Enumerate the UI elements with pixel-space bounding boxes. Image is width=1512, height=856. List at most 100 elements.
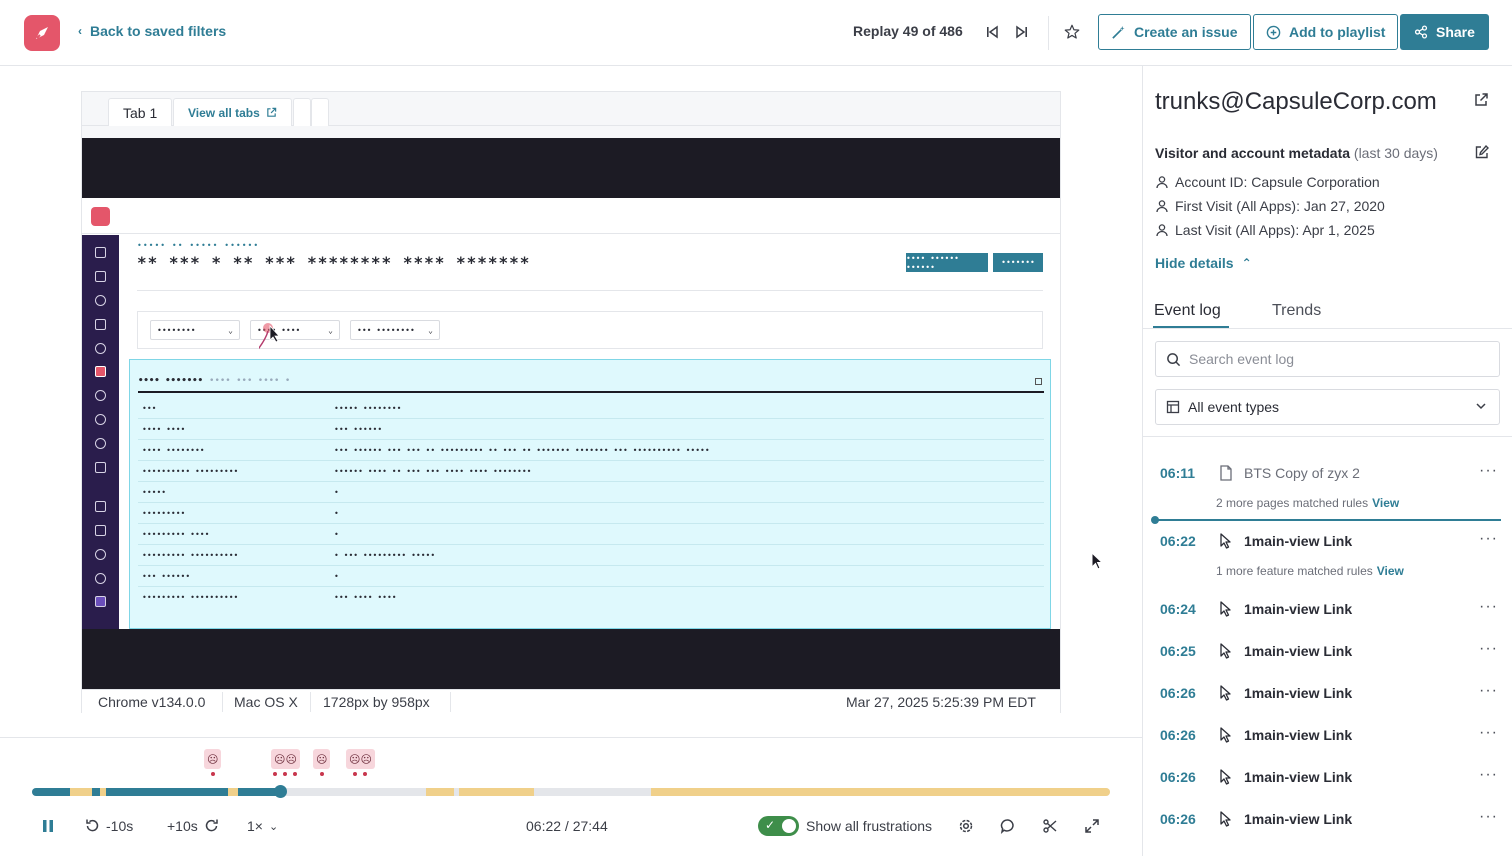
timeline-scrubber-handle[interactable] [274,785,287,798]
event-time[interactable]: 06:22 [1160,533,1196,549]
chevron-left-icon: ‹ [78,24,82,38]
frustration-marker[interactable]: ☹☹ [346,749,375,777]
masked-row: ••••••••• •••• • [138,524,1044,545]
skip-previous-icon [987,25,998,39]
app-logo[interactable] [24,15,60,51]
playhead-line [1153,519,1501,521]
top-header: ‹ Back to saved filters Replay 49 of 486… [0,0,1512,66]
event-row[interactable]: 06:26 1main-view Link ··· [1143,680,1512,708]
event-row[interactable]: 06:26 1main-view Link ··· [1143,722,1512,750]
sidebar-chart-icon [95,319,106,330]
session-datetime: Mar 27, 2025 5:25:39 PM EDT [846,694,1036,710]
more-options-icon[interactable]: ··· [1479,598,1498,616]
search-input[interactable] [1189,351,1479,367]
more-options-icon[interactable]: ··· [1479,462,1498,480]
event-search[interactable] [1155,341,1500,377]
event-time[interactable]: 06:26 [1160,685,1196,701]
next-replay-button[interactable] [1010,20,1034,44]
clip-button[interactable] [1042,816,1058,836]
replay-viewport[interactable]: ••••• •• ••••• •••••• ** *** * ** *** **… [82,138,1060,689]
masked-filter-select: •••••••• ⌄ [150,320,240,340]
recorded-app: ••••• •• ••••• •••••• ** *** * ** *** **… [82,198,1060,629]
chevron-up-icon: ⌃ [1241,256,1252,270]
view-link[interactable]: View [1377,564,1404,578]
timeline-track[interactable] [32,788,1110,796]
show-frustrations-toggle[interactable]: ✓ [758,816,799,836]
external-link-icon[interactable] [1473,92,1489,108]
event-row[interactable]: 06:24 1main-view Link ··· [1143,596,1512,624]
hide-details-link[interactable]: Hide details ⌃ [1155,255,1252,271]
frustration-face-icon: ☹☹ [271,749,300,769]
previous-replay-button[interactable] [980,20,1004,44]
event-row[interactable]: 06:26 1main-view Link ··· [1143,764,1512,792]
event-time[interactable]: 06:26 [1160,811,1196,827]
event-row[interactable]: 06:11 BTS Copy of zyx 2 ··· [1143,460,1512,488]
event-row[interactable]: 06:22 1main-view Link ··· [1143,528,1512,556]
favorite-button[interactable] [1060,20,1084,44]
search-icon [1167,352,1181,366]
event-label: 1main-view Link [1244,601,1353,617]
frustration-marker[interactable]: ☹ [313,749,331,777]
event-time[interactable]: 06:26 [1160,727,1196,743]
timeline-divider [0,737,1142,738]
fullscreen-button[interactable] [1084,816,1100,836]
event-label: 1main-view Link [1244,811,1353,827]
visitor-id[interactable]: trunks@CapsuleCorp.com [1155,88,1437,116]
event-time[interactable]: 06:11 [1160,465,1195,481]
event-time[interactable]: 06:24 [1160,601,1196,617]
recorded-app-logo [91,207,110,226]
browser-tab-bar: Tab 1 View all tabs [82,92,1060,126]
sidebar-rocket-icon [95,501,106,512]
playback-speed-select[interactable]: 1× ⌄ [247,816,278,836]
event-type-select[interactable]: All event types [1155,389,1500,425]
more-options-icon[interactable]: ··· [1479,766,1498,784]
cursor-click-icon [1220,533,1231,549]
edit-icon[interactable] [1474,144,1490,160]
header-divider [1048,16,1049,50]
share-button[interactable]: Share [1400,14,1489,50]
event-time[interactable]: 06:26 [1160,769,1196,785]
hide-details-label: Hide details [1155,255,1234,271]
pause-button[interactable] [40,816,56,836]
create-issue-button[interactable]: Create an issue [1098,14,1251,50]
view-link[interactable]: View [1372,496,1399,510]
forward-10s-button[interactable]: +10s [167,816,220,836]
resolution-info: 1728px by 958px [323,694,430,710]
masked-panel-title: •••• ••••••• •••• ••• •••• • [138,376,291,386]
comment-button[interactable] [1000,816,1016,836]
masked-row: ••••••••• •••••••••• ••• •••• •••• [142,593,397,602]
speed-label: 1× [247,818,263,834]
person-icon [1156,200,1168,213]
add-to-playlist-button[interactable]: Add to playlist [1253,14,1399,50]
more-options-icon[interactable]: ··· [1479,808,1498,826]
frustration-marker[interactable]: ☹ [204,749,222,777]
more-options-icon[interactable]: ··· [1479,724,1498,742]
os-info: Mac OS X [234,694,298,710]
frustration-marker[interactable]: ☹☹ [271,749,300,777]
more-options-icon[interactable]: ··· [1479,530,1498,548]
event-row[interactable]: 06:25 1main-view Link ··· [1143,638,1512,666]
account-id-row: Account ID: Capsule Corporation [1155,174,1380,190]
back-to-saved-filters-link[interactable]: ‹ Back to saved filters [78,23,226,39]
divider [310,692,311,712]
masked-row: ••••••••• • [138,503,1044,524]
share-icon [1414,25,1428,39]
account-id-value: Account ID: Capsule Corporation [1175,174,1380,190]
settings-button[interactable] [958,816,974,836]
view-all-tabs-link[interactable]: View all tabs [173,98,292,126]
tab-trends[interactable]: Trends [1272,302,1321,320]
divider [450,692,451,712]
rewind-10s-button[interactable]: -10s [84,816,133,836]
sidebar-bell-icon [95,549,106,560]
more-options-icon[interactable]: ··· [1479,640,1498,658]
cursor-click-icon [1220,769,1231,785]
event-time[interactable]: 06:25 [1160,643,1196,659]
timeline-activity-segment [228,788,238,796]
page-icon [1220,465,1232,481]
tab-1[interactable]: Tab 1 [108,98,173,126]
more-options-icon[interactable]: ··· [1479,682,1498,700]
event-row[interactable]: 06:26 1main-view Link ··· [1143,806,1512,834]
masked-app-button: ••••••• [993,253,1043,272]
timeline-activity-segment [651,788,1110,796]
tab-event-log[interactable]: Event log [1154,302,1221,320]
